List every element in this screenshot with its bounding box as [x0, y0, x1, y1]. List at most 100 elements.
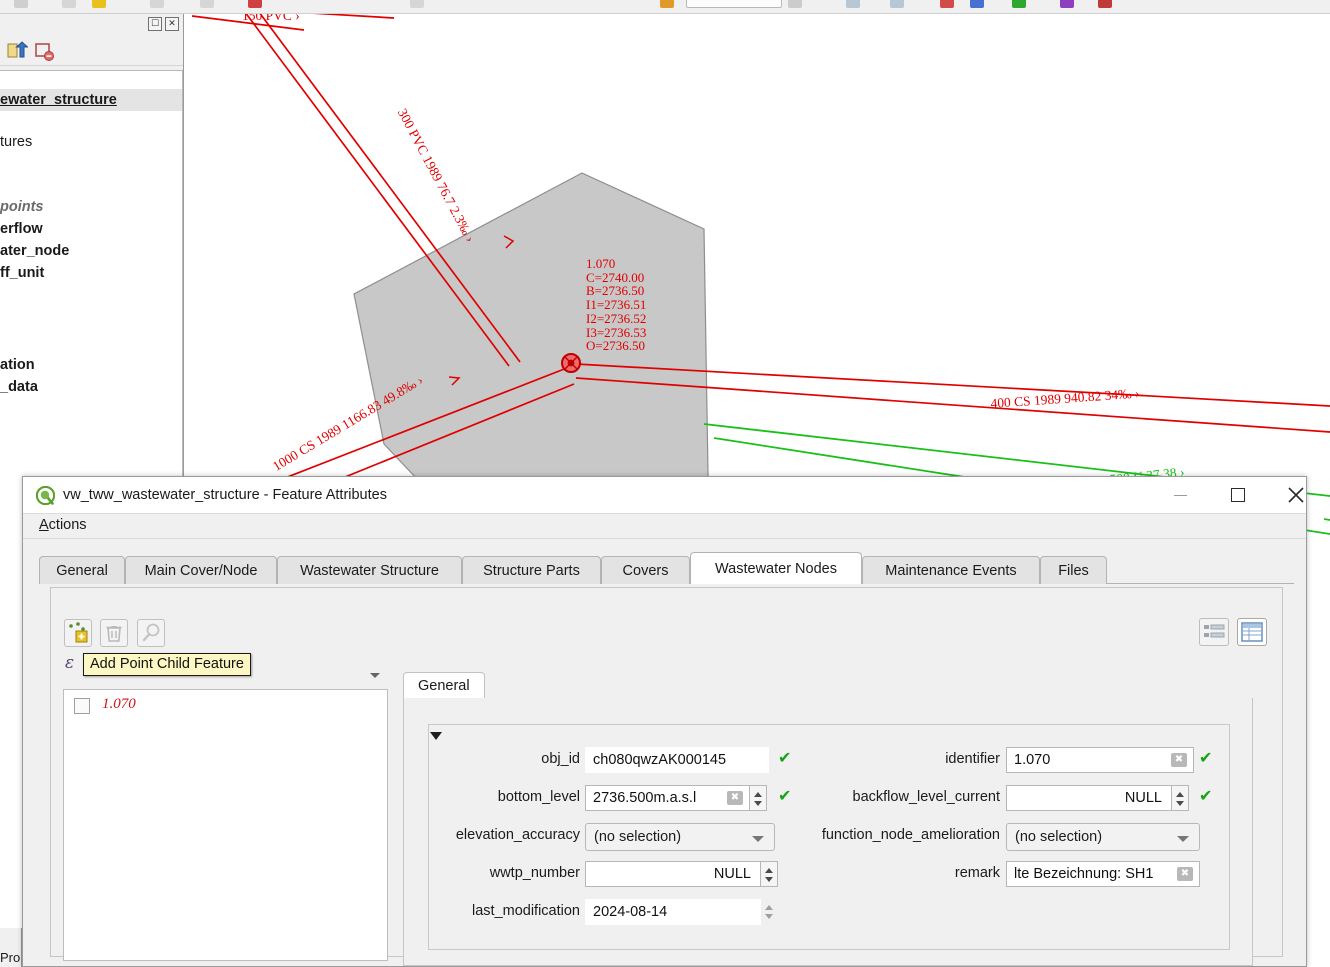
form-view-button[interactable]	[1199, 618, 1229, 646]
tab-general[interactable]: General	[39, 556, 125, 584]
function-node-amelioration-value: (no selection)	[1015, 829, 1103, 845]
layer-item-1[interactable]: points	[0, 196, 44, 218]
layers-panel-titlebar: ☐ ✕	[0, 14, 183, 34]
table-view-button[interactable]	[1237, 618, 1267, 646]
function-node-amelioration-combo[interactable]: (no selection)	[1006, 823, 1200, 851]
bottom-level-stepper[interactable]	[750, 785, 767, 811]
inner-tabbar[interactable]: General	[403, 672, 1253, 699]
toolbar-icon-4[interactable]	[150, 0, 164, 8]
backflow-step-down-icon[interactable]	[1176, 801, 1184, 806]
collapse-arrow-icon[interactable]	[430, 732, 442, 740]
add-point-child-feature-button[interactable]	[64, 619, 92, 647]
toolbar-icon-6[interactable]	[248, 0, 262, 8]
toolbar-icon-14[interactable]	[1012, 0, 1026, 8]
layer-item-6[interactable]: _data	[0, 376, 38, 398]
label-elevation-accuracy: elevation_accuracy	[455, 827, 580, 843]
close-icon[interactable]: ✕	[165, 17, 179, 31]
qgis-main-toolbar[interactable]	[0, 0, 1330, 14]
layer-item-5[interactable]: ation	[0, 354, 35, 376]
bottom-left-text: Pro	[0, 950, 21, 965]
toolbar-icon-5[interactable]	[200, 0, 214, 8]
toolbar-icon-save[interactable]	[92, 0, 106, 8]
toolbar-icon-9[interactable]	[788, 0, 802, 8]
toolbar-combo[interactable]	[686, 0, 782, 8]
inner-tab-general[interactable]: General	[403, 672, 485, 699]
toolbar-icon-12[interactable]	[940, 0, 954, 8]
tab-maintenance-events[interactable]: Maintenance Events	[862, 556, 1040, 584]
remark-value: lte Bezeichnung: SH1	[1014, 866, 1154, 882]
layer-item-0[interactable]: tures	[0, 131, 32, 153]
toolbar-icon-16[interactable]	[1098, 0, 1112, 8]
remark-clear-icon[interactable]: ✖	[1177, 867, 1193, 881]
chevron-down-icon[interactable]	[752, 836, 764, 842]
label-remark: remark	[954, 865, 1000, 881]
obj-id-valid-icon: ✔	[778, 748, 792, 767]
identifier-value: 1.070	[1014, 752, 1051, 768]
qgis-logo-icon	[35, 485, 56, 506]
minimize-icon[interactable]	[1157, 477, 1203, 513]
toolbar-icon-2[interactable]	[62, 0, 76, 8]
last-modification-step-up-icon[interactable]	[765, 905, 773, 910]
label-obj-id: obj_id	[541, 751, 580, 767]
wwtp-number-stepper[interactable]	[761, 861, 778, 887]
layer-item-4[interactable]: ff_unit	[0, 262, 44, 284]
layer-tree-header[interactable]: ewater_structure	[0, 89, 182, 111]
last-modification-stepper[interactable]	[761, 899, 778, 925]
toolbar-icon-8[interactable]	[660, 0, 674, 8]
bottom-level-step-up-icon[interactable]	[754, 792, 762, 797]
last-modification-field[interactable]: 2024-08-14	[585, 899, 761, 925]
layer-item-3[interactable]: ater_node	[0, 240, 69, 262]
toolbar-icon-11[interactable]	[890, 0, 904, 8]
bottom-level-step-down-icon[interactable]	[754, 801, 762, 806]
backflow-level-current-stepper[interactable]	[1172, 785, 1189, 811]
expression-filter-icon[interactable]: ε	[65, 653, 74, 673]
menu-actions[interactable]: Actions	[39, 517, 87, 533]
bottom-left-panel-stub: Pro	[0, 928, 22, 967]
list-item-checkbox[interactable]	[74, 698, 90, 714]
toolbar-icon-10[interactable]	[846, 0, 860, 8]
wwtp-number-field[interactable]: NULL	[585, 861, 761, 887]
undock-icon[interactable]: ☐	[148, 17, 162, 31]
bottom-level-clear-icon[interactable]: ✖	[727, 791, 743, 805]
child-feature-list[interactable]: 1.070	[63, 689, 388, 961]
dialog-menubar[interactable]: Actions	[23, 514, 1306, 539]
bottom-level-field[interactable]: 2736.500m.a.s.l ✖	[585, 785, 750, 811]
obj-id-field[interactable]: ch080qwzAK000145	[585, 747, 769, 773]
tab-covers[interactable]: Covers	[601, 556, 690, 584]
tab-wastewater-nodes[interactable]: Wastewater Nodes	[690, 552, 862, 584]
layer-item-2[interactable]: erflow	[0, 218, 43, 240]
dialog-titlebar[interactable]: vw_tww_wastewater_structure - Feature At…	[23, 477, 1306, 514]
toolbar-icon-15[interactable]	[1060, 0, 1074, 8]
maximize-icon[interactable]	[1215, 477, 1261, 513]
identifier-field[interactable]: 1.070 ✖	[1006, 747, 1194, 773]
tab-main-cover-node[interactable]: Main Cover/Node	[125, 556, 277, 584]
toolbar-icon-1[interactable]	[14, 0, 28, 8]
wwtp-number-step-down-icon[interactable]	[765, 877, 773, 882]
add-layer-icon[interactable]	[6, 40, 29, 62]
label-wwtp-number: wwtp_number	[489, 865, 580, 881]
label-bottom-level: bottom_level	[497, 789, 580, 805]
remark-field[interactable]: lte Bezeichnung: SH1 ✖	[1006, 861, 1200, 887]
list-item[interactable]: 1.070	[64, 693, 387, 719]
elevation-accuracy-combo[interactable]: (no selection)	[585, 823, 775, 851]
label-last-modification: last_modification	[472, 903, 580, 919]
toolbar-icon-13[interactable]	[970, 0, 984, 8]
tab-structure-parts[interactable]: Structure Parts	[462, 556, 601, 584]
backflow-level-current-field[interactable]: NULL	[1006, 785, 1172, 811]
identifier-clear-icon[interactable]: ✖	[1171, 753, 1187, 767]
last-modification-step-down-icon[interactable]	[765, 914, 773, 919]
tab-wastewater-structure[interactable]: Wastewater Structure	[277, 556, 462, 584]
filter-chevron-down-icon[interactable]	[370, 673, 380, 678]
delete-child-feature-button[interactable]	[100, 619, 128, 647]
remove-layer-icon[interactable]	[33, 40, 55, 62]
dialog-tabbar[interactable]: General Main Cover/Node Wastewater Struc…	[39, 552, 1294, 584]
tab-files[interactable]: Files	[1040, 556, 1107, 584]
close-icon[interactable]	[1273, 477, 1319, 513]
layers-panel-toolbar[interactable]	[0, 34, 183, 66]
wwtp-number-step-up-icon[interactable]	[765, 868, 773, 873]
bottom-level-value: 2736.500m.a.s.l	[593, 790, 697, 806]
toolbar-icon-7[interactable]	[410, 0, 424, 8]
zoom-to-feature-button[interactable]	[137, 619, 165, 647]
chevron-down-icon[interactable]	[1177, 836, 1189, 842]
backflow-step-up-icon[interactable]	[1176, 792, 1184, 797]
